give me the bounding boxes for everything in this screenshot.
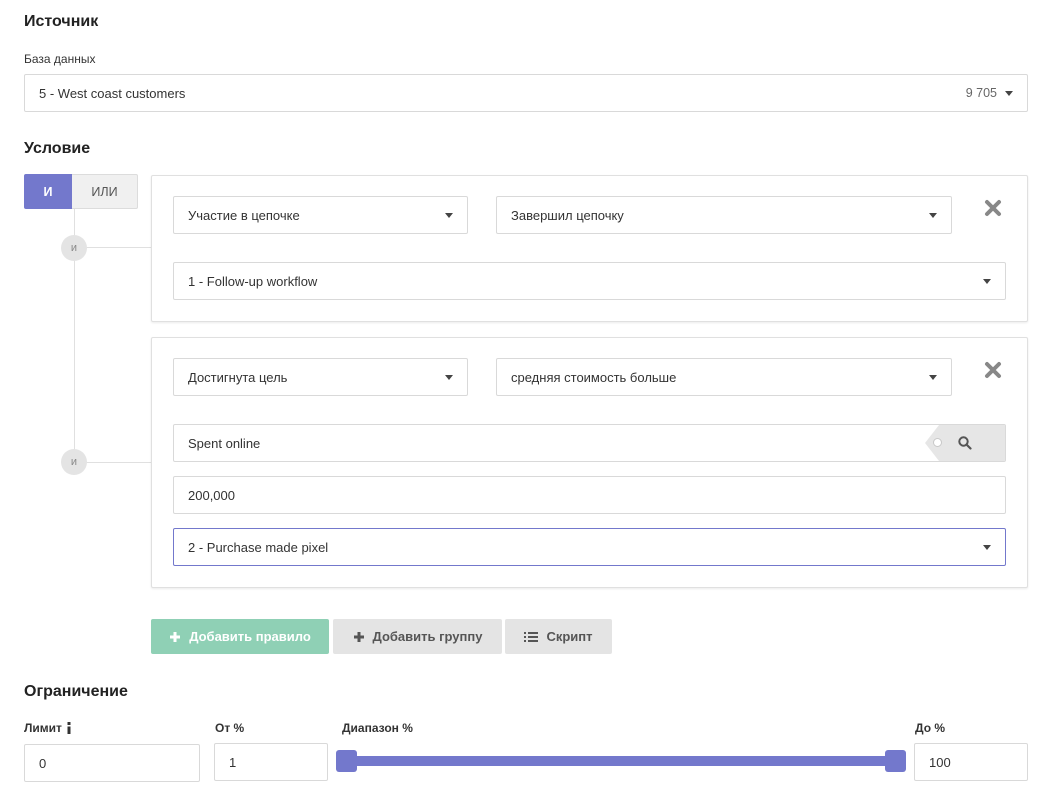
add-group-label: Добавить группу <box>372 629 483 644</box>
chevron-down-icon <box>1005 90 1013 96</box>
source-heading: Источник <box>24 13 99 30</box>
close-icon[interactable] <box>983 198 1003 218</box>
range-min-handle[interactable] <box>336 750 357 772</box>
rule-type-select[interactable]: Участие в цепочке <box>173 196 468 234</box>
to-value: 100 <box>929 754 951 770</box>
to-input[interactable]: 100 <box>914 743 1028 781</box>
and-node: и <box>61 449 87 475</box>
pixel-value: 2 - Purchase made pixel <box>188 539 329 555</box>
rule-operator-value: средняя стоимость больше <box>511 369 677 385</box>
add-rule-button[interactable]: Добавить правило <box>151 619 329 654</box>
chevron-down-icon <box>983 278 991 284</box>
logic-toggle: И ИЛИ <box>24 174 138 209</box>
rule-operator-select[interactable]: средняя стоимость больше <box>496 358 952 396</box>
rule-type-value: Достигнута цель <box>188 369 288 385</box>
field-value: Spent online <box>188 435 261 451</box>
limit-value: 0 <box>39 755 47 771</box>
radio-indicator <box>933 438 942 447</box>
range-slider[interactable] <box>346 756 896 766</box>
field-search-input[interactable]: Spent online <box>173 424 1006 462</box>
range-label: Диапазон % <box>342 721 413 735</box>
info-icon[interactable] <box>66 722 72 734</box>
rule-operator-select[interactable]: Завершил цепочку <box>496 196 952 234</box>
add-group-button[interactable]: Добавить группу <box>333 619 502 654</box>
value-input[interactable]: 200,000 <box>173 476 1006 514</box>
limit-label: Лимит <box>24 721 72 735</box>
database-select[interactable]: 5 - West coast customers 9 705 <box>24 74 1028 112</box>
script-label: Скрипт <box>546 629 593 644</box>
chevron-down-icon <box>983 544 991 550</box>
close-icon[interactable] <box>983 360 1003 380</box>
list-icon <box>524 631 539 642</box>
rule-type-value: Участие в цепочке <box>188 207 300 223</box>
search-icon <box>958 436 972 450</box>
database-label: База данных <box>24 52 96 66</box>
chevron-down-icon <box>929 374 937 380</box>
database-value: 5 - West coast customers <box>39 85 186 101</box>
range-max-handle[interactable] <box>885 750 906 772</box>
to-label: До % <box>915 721 946 735</box>
toggle-and-button[interactable]: И <box>24 174 72 209</box>
toggle-or-button[interactable]: ИЛИ <box>72 174 138 209</box>
condition-heading: Условие <box>24 140 91 157</box>
from-value: 1 <box>229 754 237 770</box>
value-text: 200,000 <box>188 487 235 503</box>
pixel-select[interactable]: 2 - Purchase made pixel <box>173 528 1006 566</box>
workflow-value: 1 - Follow-up workflow <box>188 273 318 289</box>
from-input[interactable]: 1 <box>214 743 328 781</box>
chevron-down-icon <box>445 212 453 218</box>
plus-icon <box>353 631 364 642</box>
rule-operator-value: Завершил цепочку <box>511 207 624 223</box>
workflow-select[interactable]: 1 - Follow-up workflow <box>173 262 1006 300</box>
limit-input[interactable]: 0 <box>24 744 200 782</box>
rule-type-select[interactable]: Достигнута цель <box>173 358 468 396</box>
database-count: 9 705 <box>965 86 997 100</box>
script-button[interactable]: Скрипт <box>505 619 612 654</box>
and-node: и <box>61 235 87 261</box>
limit-heading: Ограничение <box>24 683 128 700</box>
plus-icon <box>170 631 181 642</box>
chevron-down-icon <box>445 374 453 380</box>
chevron-down-icon <box>929 212 937 218</box>
add-rule-label: Добавить правило <box>189 629 311 644</box>
limit-label-text: Лимит <box>24 721 62 735</box>
from-label: От % <box>215 721 245 735</box>
